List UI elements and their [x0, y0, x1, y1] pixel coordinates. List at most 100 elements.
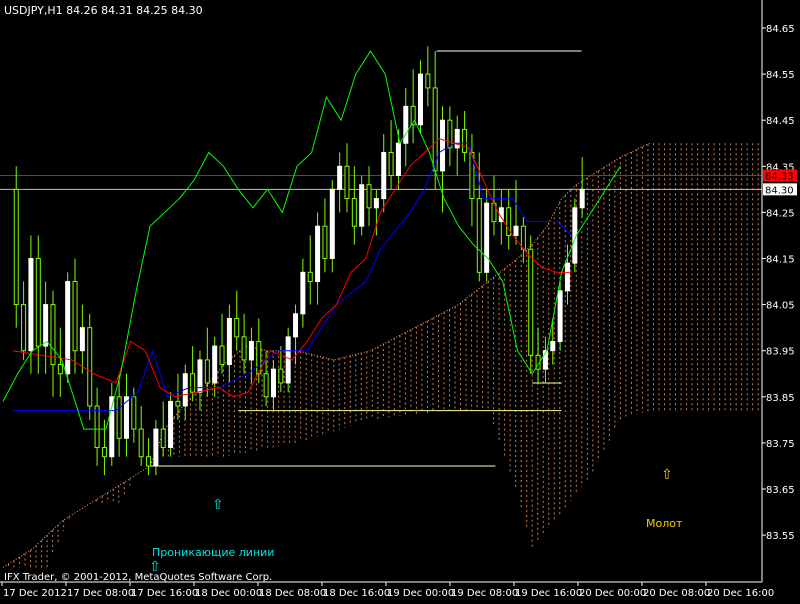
- candle-body: [263, 373, 269, 398]
- candle-body: [425, 73, 431, 89]
- copyright-text: IFX Trader, © 2001-2012, MetaQuotes Soft…: [4, 572, 272, 583]
- candle-body: [204, 359, 210, 384]
- candle-body: [146, 456, 152, 467]
- candle-body: [35, 258, 41, 347]
- x-tick-label: 18 Dec 08:00: [259, 588, 326, 599]
- candle-body: [101, 447, 107, 458]
- candle-body: [153, 428, 159, 467]
- kijun-sen-line: [13, 142, 572, 412]
- candle-body: [307, 271, 313, 283]
- candle-body: [248, 340, 254, 361]
- candle-body: [550, 340, 556, 352]
- y-tick-label: 83.85: [766, 393, 795, 404]
- candle-body: [190, 373, 196, 393]
- candle-body: [315, 225, 321, 283]
- candle-body: [344, 165, 350, 200]
- x-tick-label: 20 Dec 16:00: [707, 588, 774, 599]
- candle-body: [21, 304, 27, 352]
- x-tick-label: 17 Dec 16:00: [131, 588, 198, 599]
- arrow-up-icon: ⇧: [661, 467, 673, 483]
- candle-body: [285, 336, 291, 384]
- axes: 84.6584.5584.4584.3584.2584.1584.0583.95…: [0, 0, 797, 599]
- candle-body: [226, 317, 232, 366]
- candle-body: [337, 165, 343, 190]
- candle-body: [322, 225, 328, 259]
- symbol-header: USDJPY,H1 84.26 84.31 84.25 84.30: [4, 4, 203, 17]
- x-tick-label: 17 Dec 2012: [3, 588, 67, 599]
- arrow-up-icon: ⇧: [149, 559, 161, 575]
- candle-body: [241, 336, 247, 361]
- candle-body: [50, 304, 56, 366]
- x-tick-label: 20 Dec 00:00: [579, 588, 646, 599]
- candle-body: [579, 188, 585, 209]
- candle-body: [484, 202, 490, 273]
- candle-body: [270, 368, 276, 398]
- y-tick-label: 84.55: [766, 70, 795, 81]
- candle-body: [476, 198, 482, 273]
- candle-body: [57, 364, 63, 375]
- candle-body: [116, 396, 122, 439]
- candle-body: [388, 151, 394, 177]
- candle-body: [212, 345, 218, 384]
- candle-body: [138, 428, 144, 458]
- y-tick-label: 83.75: [766, 439, 795, 450]
- x-tick-label: 18 Dec 16:00: [323, 588, 390, 599]
- candle-body: [351, 198, 357, 227]
- x-tick-label: 19 Dec 00:00: [387, 588, 454, 599]
- x-tick-label: 19 Dec 08:00: [451, 588, 518, 599]
- x-tick-label: 18 Dec 00:00: [195, 588, 262, 599]
- candle-body: [168, 400, 174, 449]
- x-tick-label: 19 Dec 16:00: [515, 588, 582, 599]
- ichimoku-lines: [2, 50, 621, 430]
- candle-body: [403, 105, 409, 144]
- candle-body: [373, 198, 379, 209]
- candle-body: [557, 290, 563, 342]
- x-tick-label: 17 Dec 08:00: [67, 588, 134, 599]
- candle-body: [94, 405, 100, 449]
- price-chart[interactable]: 84.65 84.55 84.45 84.35 84.25 84.15 84.05 83.95…: [0, 0, 800, 600]
- candle-body: [513, 225, 519, 236]
- candle-body: [528, 248, 534, 356]
- y-tick-label: 84.05: [766, 301, 795, 312]
- price-tag-label: 84.33: [765, 172, 794, 183]
- candle-body: [234, 317, 240, 338]
- horizontal-price-lines: [0, 175, 762, 190]
- candle-body: [13, 188, 19, 306]
- candle-body: [175, 400, 181, 407]
- price-tag-label: 84.30: [765, 185, 794, 196]
- candle-body: [87, 327, 93, 407]
- annotation-hammer: Молот: [646, 517, 683, 530]
- candle-body: [366, 184, 372, 209]
- candle-body: [440, 119, 446, 172]
- candle-body: [28, 258, 34, 352]
- y-tick-label: 84.45: [766, 116, 795, 127]
- candle-body: [131, 396, 137, 430]
- arrow-up-icon: ⇧: [212, 497, 224, 513]
- chikou-span-line: [2, 50, 621, 430]
- x-tick-label: 20 Dec 08:00: [643, 588, 710, 599]
- y-tick-label: 83.55: [766, 531, 795, 542]
- candle-body: [43, 304, 49, 347]
- candle-body: [72, 281, 78, 352]
- candle-body: [219, 345, 225, 366]
- y-tick-label: 84.65: [766, 24, 795, 35]
- y-tick-label: 83.95: [766, 347, 795, 358]
- y-tick-label: 84.15: [766, 255, 795, 266]
- y-tick-label: 84.25: [766, 208, 795, 219]
- candle-body: [329, 188, 335, 260]
- ichimoku-cloud: [2, 142, 759, 568]
- chart-canvas[interactable]: 84.6584.5584.4584.3584.2584.1584.0583.95…: [0, 0, 800, 600]
- candle-body: [359, 184, 365, 227]
- candle-body: [79, 327, 85, 352]
- candle-body: [381, 151, 387, 200]
- candle-body: [293, 313, 299, 338]
- candle-body: [447, 119, 453, 149]
- candle-body: [300, 271, 306, 315]
- candle-body: [462, 128, 468, 153]
- candle-body: [520, 225, 526, 250]
- candle-body: [395, 142, 401, 177]
- candle-body: [160, 428, 166, 449]
- candle-body: [278, 368, 284, 384]
- y-tick-label: 83.65: [766, 485, 795, 496]
- annotation-penetrating-lines: Проникающие линии: [152, 546, 274, 559]
